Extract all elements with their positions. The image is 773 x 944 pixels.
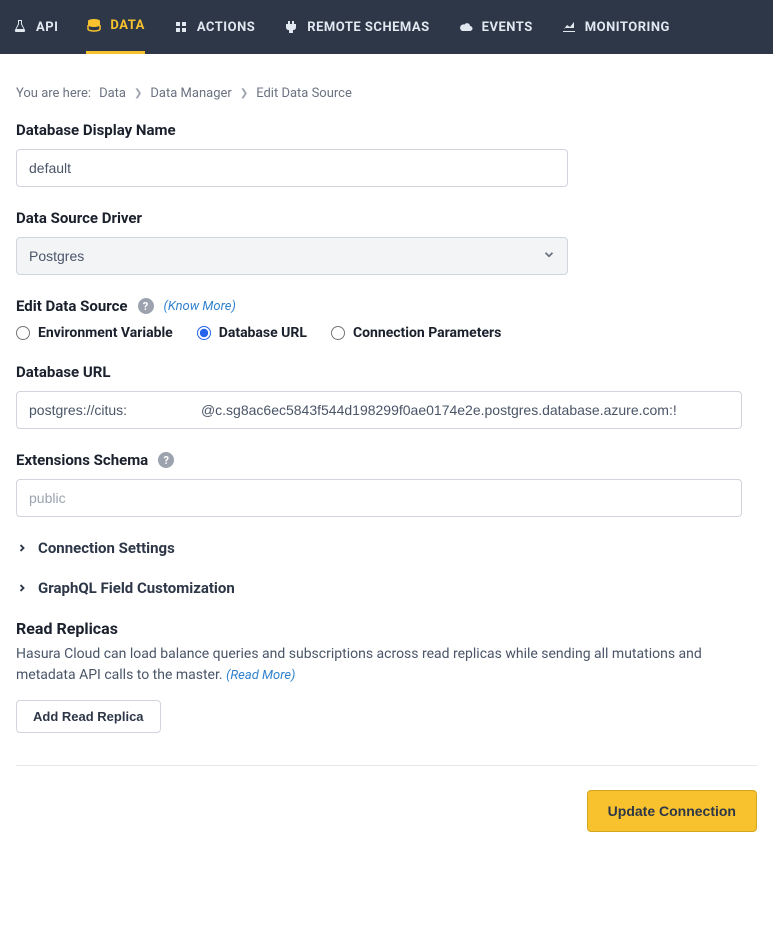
ext-schema-label: Extensions Schema <box>16 451 148 469</box>
chart-icon <box>561 19 577 35</box>
read-replicas-title: Read Replicas <box>16 619 757 638</box>
driver-select-wrap: Postgres <box>16 237 568 275</box>
actions-icon <box>173 19 189 35</box>
help-icon[interactable]: ? <box>138 298 154 314</box>
edit-source-label-row: Edit Data Source ? (Know More) <box>16 297 757 315</box>
connection-settings-label: Connection Settings <box>38 539 175 557</box>
graphql-customization-toggle[interactable]: GraphQL Field Customization <box>16 579 757 597</box>
driver-group: Data Source Driver Postgres <box>16 209 757 275</box>
know-more-link[interactable]: (Know More) <box>164 299 236 314</box>
nav-remote-schemas[interactable]: REMOTE SCHEMAS <box>283 0 429 54</box>
radio-params-input[interactable] <box>331 326 345 340</box>
radio-connection-params[interactable]: Connection Parameters <box>331 325 501 341</box>
nav-events[interactable]: EVENTS <box>458 0 533 54</box>
nav-events-label: EVENTS <box>482 20 533 35</box>
read-more-link[interactable]: (Read More) <box>226 668 295 683</box>
radio-env-variable[interactable]: Environment Variable <box>16 325 173 341</box>
nav-remote-schemas-label: REMOTE SCHEMAS <box>307 20 429 35</box>
db-url-label: Database URL <box>16 363 757 381</box>
nav-actions-label: ACTIONS <box>197 20 255 35</box>
help-icon[interactable]: ? <box>158 452 174 468</box>
read-replicas-desc: Hasura Cloud can load balance queries an… <box>16 644 757 686</box>
nav-actions[interactable]: ACTIONS <box>173 0 255 54</box>
top-navigation: API DATA ACTIONS REMOTE SCHEMAS EVENTS M… <box>0 0 773 54</box>
driver-select[interactable]: Postgres <box>16 237 568 275</box>
read-replicas-section: Read Replicas Hasura Cloud can load bala… <box>16 619 757 733</box>
breadcrumb-prefix: You are here: <box>16 86 91 101</box>
connection-settings-toggle[interactable]: Connection Settings <box>16 539 757 557</box>
breadcrumb-item-manager[interactable]: Data Manager <box>150 86 231 101</box>
chevron-right-icon <box>16 582 28 594</box>
display-name-label: Database Display Name <box>16 121 757 139</box>
main-content: You are here: Data ❯ Data Manager ❯ Edit… <box>0 54 773 806</box>
nav-data-label: DATA <box>110 18 144 33</box>
edit-source-group: Edit Data Source ? (Know More) Environme… <box>16 297 757 341</box>
breadcrumb-item-data[interactable]: Data <box>99 86 126 101</box>
plug-icon <box>283 19 299 35</box>
nav-api-label: API <box>36 20 58 35</box>
database-icon <box>86 18 102 34</box>
update-connection-button[interactable]: Update Connection <box>587 790 757 832</box>
breadcrumb: You are here: Data ❯ Data Manager ❯ Edit… <box>16 86 757 101</box>
radio-env-input[interactable] <box>16 326 30 340</box>
graphql-customization-label: GraphQL Field Customization <box>38 579 235 597</box>
driver-label: Data Source Driver <box>16 209 757 227</box>
display-name-group: Database Display Name <box>16 121 757 187</box>
cloud-icon <box>458 19 474 35</box>
display-name-input[interactable] <box>16 149 568 187</box>
connection-type-radios: Environment Variable Database URL Connec… <box>16 325 757 341</box>
ext-schema-input[interactable] <box>16 479 742 517</box>
ext-schema-label-row: Extensions Schema ? <box>16 451 757 469</box>
radio-url-label: Database URL <box>219 325 307 341</box>
ext-schema-group: Extensions Schema ? <box>16 451 757 517</box>
nav-monitoring[interactable]: MONITORING <box>561 0 670 54</box>
divider <box>16 765 757 766</box>
radio-params-label: Connection Parameters <box>353 325 501 341</box>
radio-env-label: Environment Variable <box>38 325 173 341</box>
add-read-replica-button[interactable]: Add Read Replica <box>16 700 161 733</box>
db-url-input[interactable] <box>16 391 742 429</box>
chevron-right-icon <box>16 542 28 554</box>
nav-monitoring-label: MONITORING <box>585 20 670 35</box>
nav-data[interactable]: DATA <box>86 0 144 54</box>
flask-icon <box>12 19 28 35</box>
edit-source-label: Edit Data Source <box>16 297 128 315</box>
db-url-group: Database URL <box>16 363 757 429</box>
breadcrumb-item-current: Edit Data Source <box>256 86 352 101</box>
radio-url-input[interactable] <box>197 326 211 340</box>
nav-api[interactable]: API <box>12 0 58 54</box>
chevron-right-icon: ❯ <box>134 88 142 99</box>
radio-database-url[interactable]: Database URL <box>197 325 307 341</box>
chevron-right-icon: ❯ <box>240 88 248 99</box>
